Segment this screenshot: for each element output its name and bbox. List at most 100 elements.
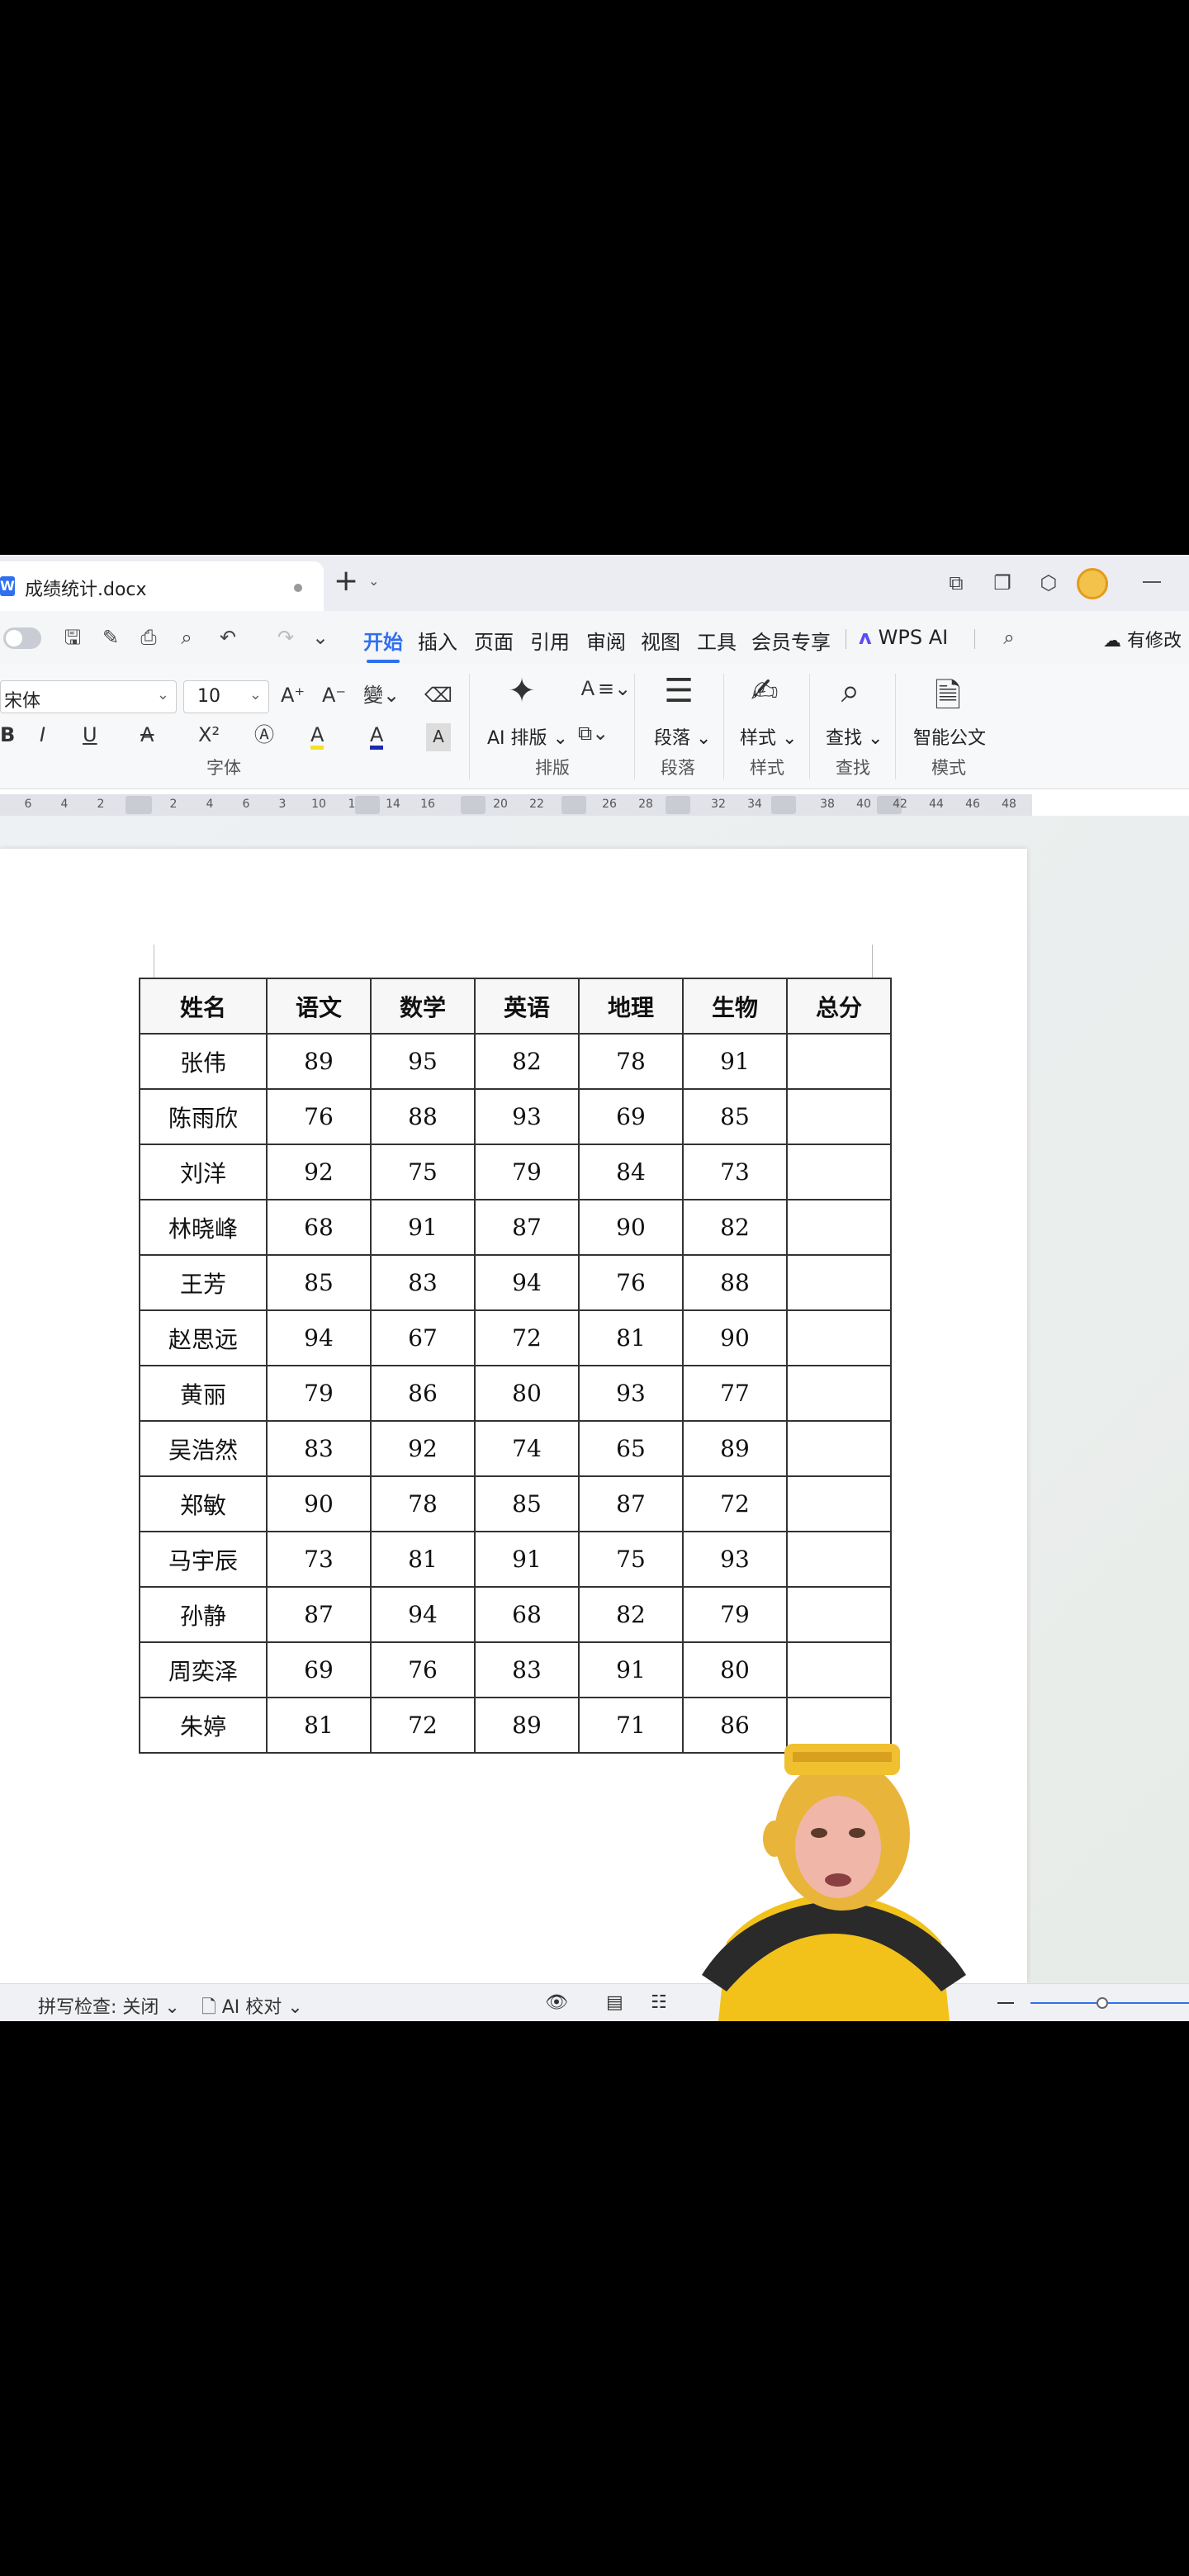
cell-chinese[interactable]: 81 bbox=[266, 1697, 372, 1754]
cell-english[interactable]: 79 bbox=[474, 1144, 580, 1200]
cell-chinese[interactable]: 92 bbox=[266, 1144, 372, 1200]
font-family-select[interactable]: 宋体 ⌄ bbox=[0, 680, 177, 713]
cell-total[interactable] bbox=[786, 1033, 892, 1090]
spellcheck-toggle[interactable]: 拼写检查: 关闭 ⌄ bbox=[38, 1992, 180, 2019]
cell-name[interactable]: 张伟 bbox=[139, 1033, 268, 1090]
header-cell-name[interactable]: 姓名 bbox=[139, 978, 268, 1035]
header-cell-total[interactable]: 总分 bbox=[786, 978, 892, 1035]
cell-biology[interactable]: 89 bbox=[682, 1420, 788, 1477]
cell-biology[interactable]: 93 bbox=[682, 1531, 788, 1588]
cell-name[interactable]: 孙静 bbox=[139, 1586, 268, 1643]
cell-geography[interactable]: 90 bbox=[578, 1199, 684, 1256]
cell-math[interactable]: 83 bbox=[370, 1254, 476, 1311]
cell-chinese[interactable]: 83 bbox=[266, 1420, 372, 1477]
cell-math[interactable]: 86 bbox=[370, 1365, 476, 1422]
redo-icon[interactable]: ↷ bbox=[272, 624, 299, 651]
paragraph-button[interactable]: 段落 ⌄ bbox=[654, 723, 711, 750]
tab-list-chevron-icon[interactable]: ⌄ bbox=[368, 573, 379, 589]
header-cell-english[interactable]: 英语 bbox=[474, 978, 580, 1035]
cell-math[interactable]: 67 bbox=[370, 1309, 476, 1366]
cell-english[interactable]: 83 bbox=[474, 1641, 580, 1698]
wps-ai-button[interactable]: ʌ WPS AI bbox=[859, 626, 948, 649]
header-cell-biology[interactable]: 生物 bbox=[682, 978, 788, 1035]
font-color-button[interactable]: A bbox=[370, 722, 384, 750]
cell-geography[interactable]: 84 bbox=[578, 1144, 684, 1200]
cube-icon[interactable]: ⬡ bbox=[1035, 570, 1062, 596]
cell-math[interactable]: 76 bbox=[370, 1641, 476, 1698]
ruler-indent-marker[interactable] bbox=[126, 796, 150, 814]
strikethrough-icon[interactable]: A bbox=[140, 722, 154, 750]
ai-proofread-button[interactable]: 🗋 AI 校对 ⌄ bbox=[201, 1992, 303, 2021]
cell-english[interactable]: 89 bbox=[474, 1697, 580, 1754]
cell-total[interactable] bbox=[786, 1641, 892, 1698]
cell-name[interactable]: 朱婷 bbox=[139, 1697, 268, 1754]
cell-math[interactable]: 95 bbox=[370, 1033, 476, 1090]
cell-chinese[interactable]: 94 bbox=[266, 1309, 372, 1366]
tab-page[interactable]: 页面 bbox=[474, 626, 514, 655]
tab-references[interactable]: 引用 bbox=[530, 626, 570, 655]
cell-geography[interactable]: 82 bbox=[578, 1586, 684, 1643]
cell-biology[interactable]: 77 bbox=[682, 1365, 788, 1422]
cell-geography[interactable]: 91 bbox=[578, 1641, 684, 1698]
tab-home[interactable]: 开始 bbox=[363, 626, 403, 663]
more-chevron-icon[interactable]: ⌄ bbox=[307, 624, 334, 651]
cell-english[interactable]: 74 bbox=[474, 1420, 580, 1477]
cell-chinese[interactable]: 90 bbox=[266, 1475, 372, 1532]
text-effect-icon[interactable]: Ⓐ bbox=[254, 722, 274, 750]
sync-status-button[interactable]: ☁ 有修改 bbox=[1103, 626, 1182, 652]
cell-geography[interactable]: 87 bbox=[578, 1475, 684, 1532]
cell-english[interactable]: 82 bbox=[474, 1033, 580, 1090]
print-icon[interactable]: ⎙ bbox=[135, 624, 162, 651]
cell-total[interactable] bbox=[786, 1088, 892, 1145]
cell-name[interactable]: 王芳 bbox=[139, 1254, 268, 1311]
ai-layout-icon[interactable]: ✦ bbox=[497, 672, 547, 710]
ruler-column-marker[interactable] bbox=[461, 796, 486, 814]
new-tab-plus-icon[interactable]: + bbox=[334, 565, 358, 598]
cell-english[interactable]: 80 bbox=[474, 1365, 580, 1422]
cell-biology[interactable]: 73 bbox=[682, 1144, 788, 1200]
cell-total[interactable] bbox=[786, 1199, 892, 1256]
ruler-column-marker[interactable] bbox=[561, 796, 586, 814]
zoom-slider-handle[interactable] bbox=[1097, 1997, 1108, 2009]
cell-chinese[interactable]: 85 bbox=[266, 1254, 372, 1311]
document-tab[interactable]: W 成绩统计.docx bbox=[0, 561, 324, 611]
auto-save-toggle[interactable] bbox=[3, 627, 41, 649]
cell-biology[interactable]: 80 bbox=[682, 1641, 788, 1698]
cell-geography[interactable]: 76 bbox=[578, 1254, 684, 1311]
cell-name[interactable]: 马宇辰 bbox=[139, 1531, 268, 1588]
cell-biology[interactable]: 79 bbox=[682, 1586, 788, 1643]
reading-mode-eye-icon[interactable]: 👁 bbox=[545, 1992, 568, 2013]
header-cell-chinese[interactable]: 语文 bbox=[266, 978, 372, 1035]
cell-english[interactable]: 94 bbox=[474, 1254, 580, 1311]
find-magnifier-icon[interactable]: ⌕ bbox=[826, 672, 875, 710]
cell-biology[interactable]: 90 bbox=[682, 1309, 788, 1366]
cell-total[interactable] bbox=[786, 1475, 892, 1532]
unsaved-dot-icon[interactable] bbox=[294, 584, 302, 592]
cell-total[interactable] bbox=[786, 1531, 892, 1588]
cell-name[interactable]: 周奕泽 bbox=[139, 1641, 268, 1698]
cell-english[interactable]: 68 bbox=[474, 1586, 580, 1643]
cell-biology[interactable]: 88 bbox=[682, 1254, 788, 1311]
cell-math[interactable]: 81 bbox=[370, 1531, 476, 1588]
cell-chinese[interactable]: 79 bbox=[266, 1365, 372, 1422]
cell-chinese[interactable]: 87 bbox=[266, 1586, 372, 1643]
cell-name[interactable]: 赵思远 bbox=[139, 1309, 268, 1366]
undo-icon[interactable]: ↶ bbox=[215, 624, 241, 651]
search-icon[interactable]: ⌕ bbox=[996, 624, 1022, 651]
cell-total[interactable] bbox=[786, 1309, 892, 1366]
cell-total[interactable] bbox=[786, 1254, 892, 1311]
cell-chinese[interactable]: 73 bbox=[266, 1531, 372, 1588]
tab-view[interactable]: 视图 bbox=[641, 626, 680, 655]
minimize-icon[interactable] bbox=[1143, 581, 1161, 583]
cell-geography[interactable]: 93 bbox=[578, 1365, 684, 1422]
cell-chinese[interactable]: 89 bbox=[266, 1033, 372, 1090]
clear-format-icon[interactable]: ⌫ bbox=[424, 682, 452, 710]
bold-button[interactable]: B bbox=[0, 722, 15, 750]
highlight-color-button[interactable]: A bbox=[310, 722, 324, 750]
cell-biology[interactable]: 72 bbox=[682, 1475, 788, 1532]
cell-english[interactable]: 93 bbox=[474, 1088, 580, 1145]
cell-total[interactable] bbox=[786, 1144, 892, 1200]
outline-view-icon[interactable]: ☷ bbox=[651, 1992, 667, 2013]
zoom-out-icon[interactable] bbox=[997, 2002, 1014, 2004]
cell-geography[interactable]: 78 bbox=[578, 1033, 684, 1090]
